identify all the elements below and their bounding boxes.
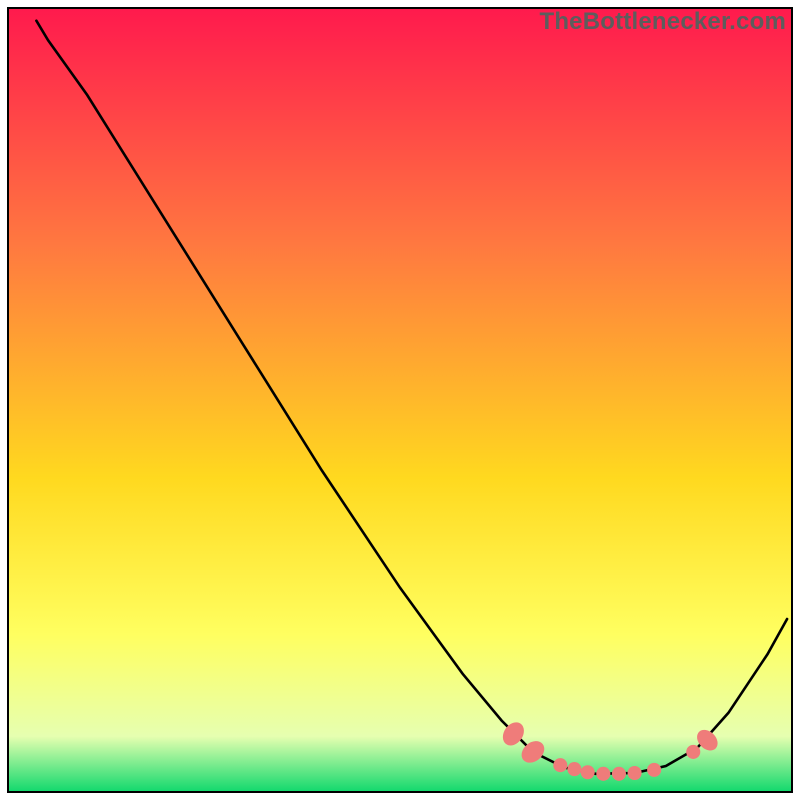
data-marker: [581, 765, 595, 779]
data-marker: [612, 767, 626, 781]
data-marker: [647, 763, 661, 777]
data-marker: [553, 758, 567, 772]
chart-canvas: [9, 9, 791, 791]
data-marker: [596, 767, 610, 781]
data-marker: [567, 762, 581, 776]
watermark-text: TheBottlenecker.com: [539, 8, 786, 36]
data-marker: [628, 766, 642, 780]
gradient-background: [9, 9, 791, 791]
data-marker: [686, 745, 700, 759]
